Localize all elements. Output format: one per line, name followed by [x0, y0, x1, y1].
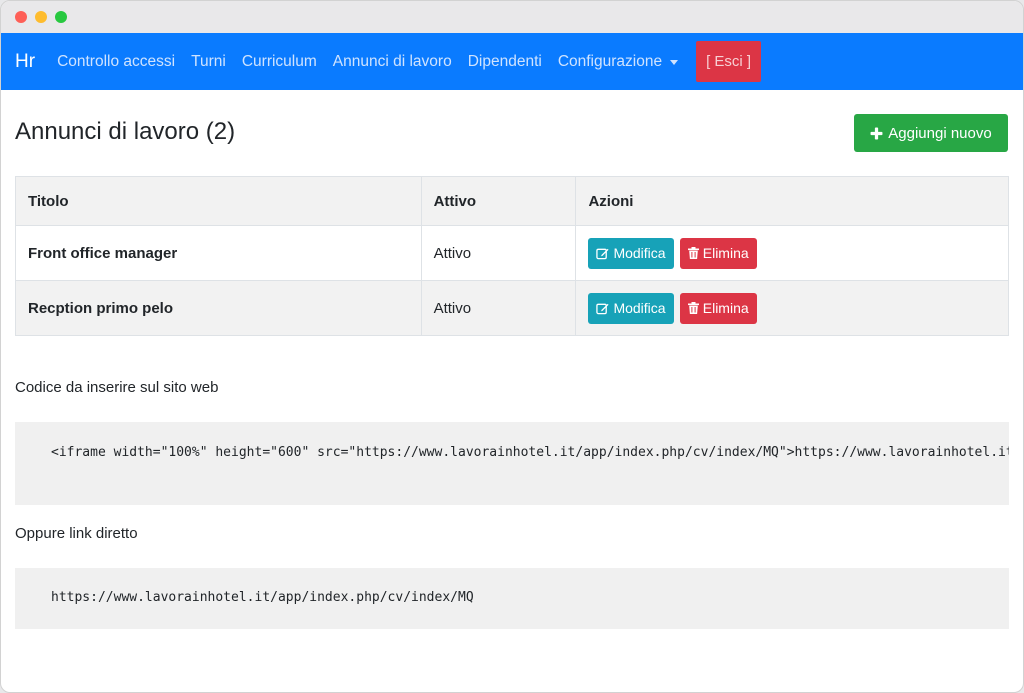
edit-button-label: Modifica	[613, 300, 666, 316]
trash-icon	[687, 247, 699, 259]
job-title-cell: Recption primo pelo	[15, 280, 422, 336]
column-header-titolo: Titolo	[15, 176, 422, 226]
edit-button-label: Modifica	[613, 245, 666, 261]
nav-item-dipendenti[interactable]: Dipendenti	[468, 53, 542, 71]
actions-cell: Modifica Elimina	[575, 225, 1009, 281]
delete-button[interactable]: Elimina	[679, 237, 757, 269]
nav-item-configurazione[interactable]: Configurazione	[557, 52, 679, 71]
nav-item-configurazione-label: Configurazione	[557, 52, 663, 70]
plus-icon	[870, 127, 883, 139]
edit-icon	[596, 248, 609, 259]
edit-button[interactable]: Modifica	[588, 237, 674, 269]
delete-button[interactable]: Elimina	[679, 292, 757, 324]
add-new-button[interactable]: Aggiungi nuovo	[854, 114, 1008, 152]
table-row: Front office manager Attivo Modifica Eli…	[15, 225, 1009, 281]
job-title-cell: Front office manager	[15, 225, 422, 281]
navbar: Hr Controllo accessi Turni Curriculum An…	[1, 33, 1023, 90]
table-row: Recption primo pelo Attivo Modifica Elim…	[15, 280, 1009, 336]
column-header-attivo: Attivo	[420, 176, 577, 226]
edit-button[interactable]: Modifica	[588, 292, 674, 324]
close-window-icon[interactable]	[15, 11, 27, 23]
maximize-window-icon[interactable]	[55, 11, 67, 23]
browser-window: Hr Controllo accessi Turni Curriculum An…	[0, 0, 1024, 693]
actions-cell: Modifica Elimina	[575, 280, 1009, 336]
chevron-down-icon	[670, 60, 679, 65]
navbar-brand[interactable]: Hr	[15, 51, 35, 73]
add-new-button-label: Aggiungi nuovo	[888, 124, 992, 142]
delete-button-label: Elimina	[702, 245, 749, 261]
direct-link-label: Oppure link diretto	[15, 525, 138, 542]
table-header-row: Titolo Attivo Azioni	[15, 176, 1009, 226]
delete-button-label: Elimina	[702, 300, 749, 316]
main-content: Annunci di lavoro (2) Aggiungi nuovo Tit…	[1, 90, 1023, 629]
window-titlebar	[1, 1, 1023, 33]
nav-item-controllo-accessi[interactable]: Controllo accessi	[57, 53, 175, 71]
page-header: Annunci di lavoro (2) Aggiungi nuovo	[15, 90, 1009, 176]
logout-button[interactable]: [ Esci ]	[696, 41, 762, 82]
minimize-window-icon[interactable]	[35, 11, 47, 23]
embed-code-block[interactable]: <iframe width="100%" height="600" src="h…	[15, 422, 1009, 505]
nav-item-turni[interactable]: Turni	[191, 53, 226, 71]
status-cell: Attivo	[420, 280, 577, 336]
job-ads-table: Titolo Attivo Azioni Front office manage…	[15, 176, 1009, 336]
trash-icon	[687, 302, 699, 314]
embed-code-label: Codice da inserire sul sito web	[15, 379, 219, 396]
direct-link-block[interactable]: https://www.lavorainhotel.it/app/index.p…	[15, 568, 1009, 629]
edit-icon	[596, 303, 609, 314]
column-header-azioni: Azioni	[575, 176, 1009, 226]
nav-item-curriculum[interactable]: Curriculum	[242, 53, 317, 71]
status-cell: Attivo	[420, 225, 577, 281]
nav-item-annunci-di-lavoro[interactable]: Annunci di lavoro	[333, 53, 452, 71]
page-title: Annunci di lavoro (2)	[15, 118, 236, 145]
